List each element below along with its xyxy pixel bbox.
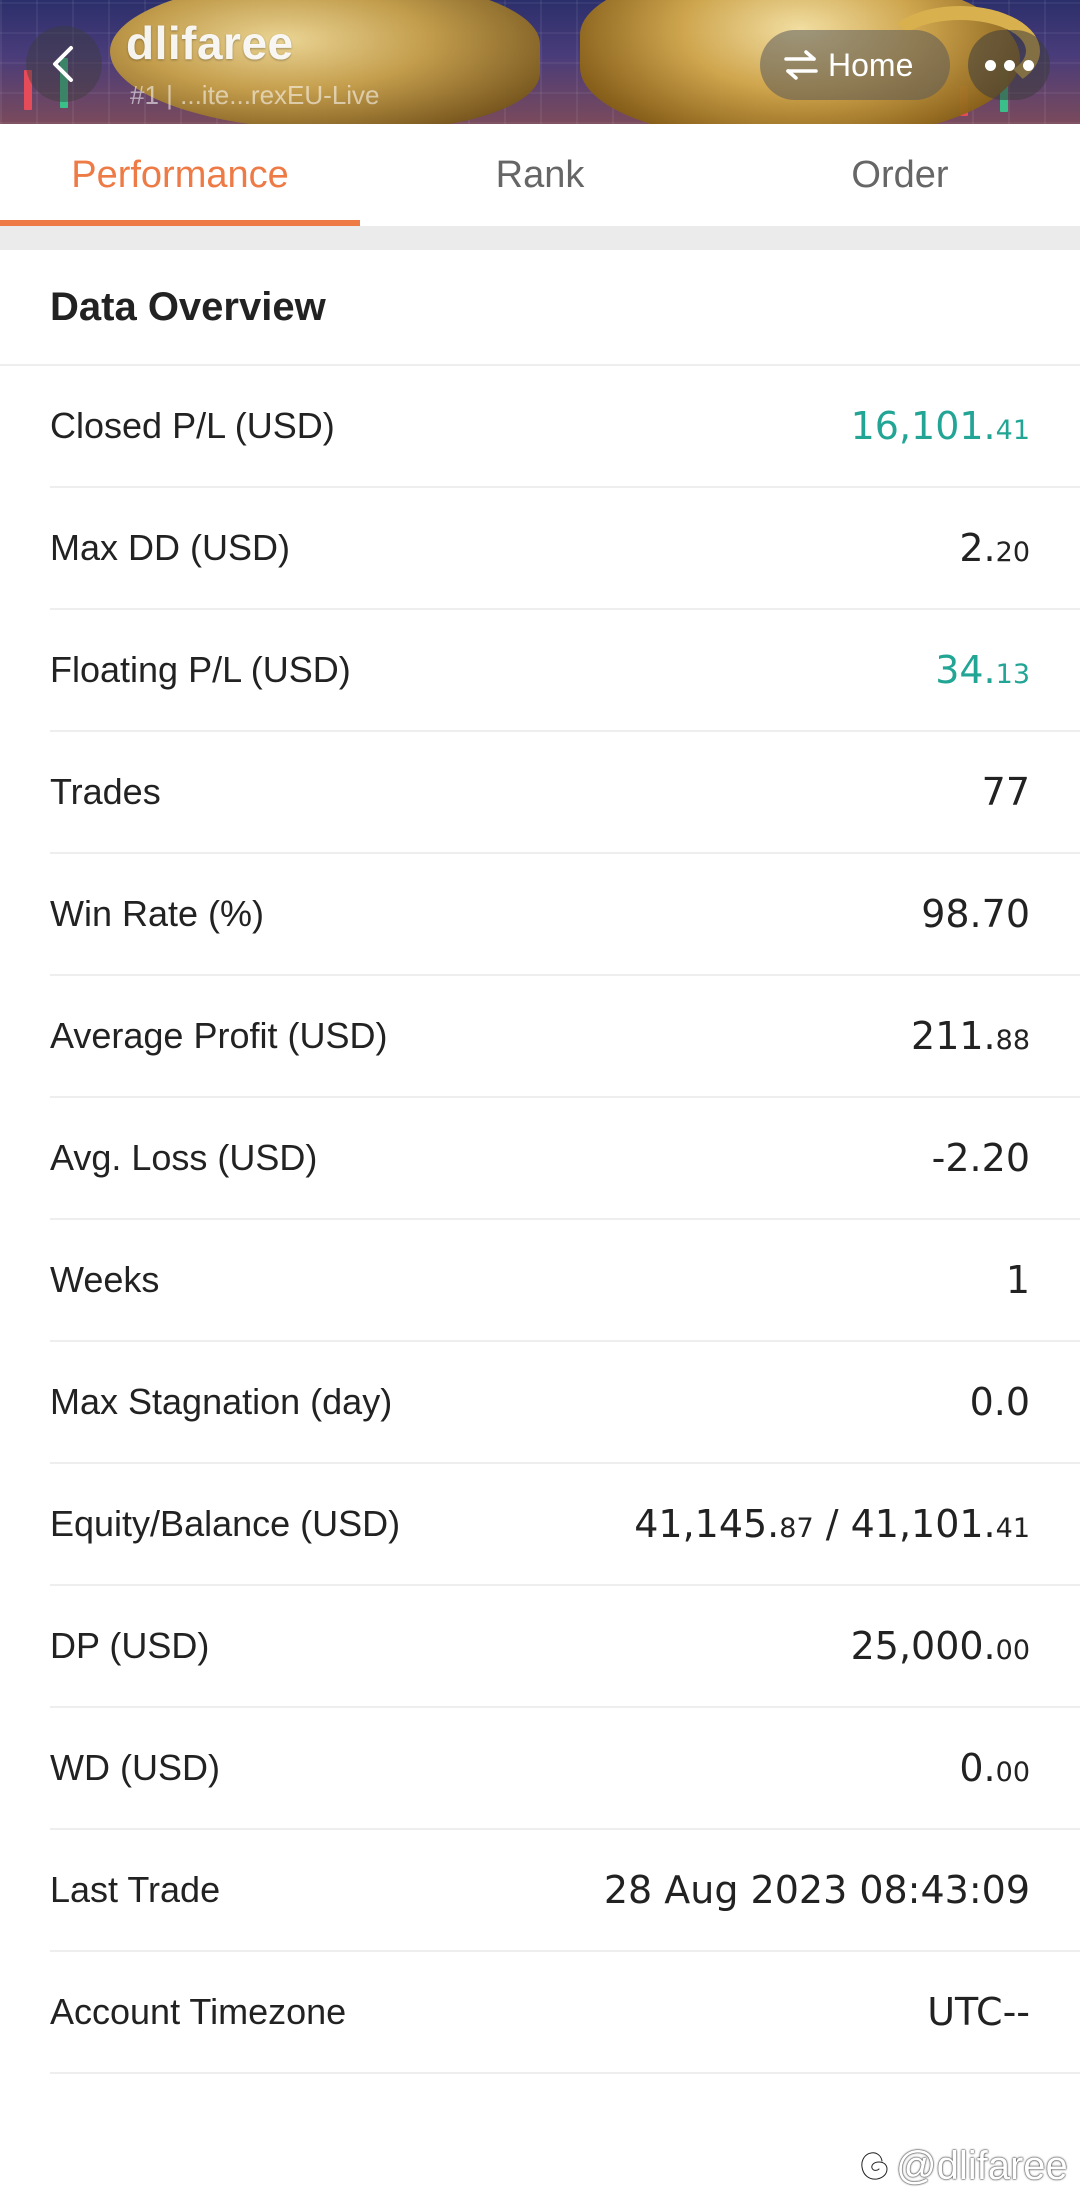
account-name: #1 | ...ite...rexEU-Live (130, 80, 380, 110)
stat-value: 0.00 (959, 1746, 1030, 1790)
stat-label: Equity/Balance (USD) (50, 1503, 401, 1544)
stat-label: Closed P/L (USD) (50, 405, 335, 446)
stat-label: Floating P/L (USD) (50, 649, 351, 690)
stat-value: UTC-- (927, 1990, 1030, 2034)
stat-label: Account Timezone (50, 1991, 347, 2032)
stat-value: 16,101.41 (851, 404, 1030, 448)
stat-value: 98.70 (921, 892, 1030, 936)
section-separator (0, 226, 1080, 250)
home-button[interactable]: Home (760, 30, 950, 100)
stat-label: Last Trade (50, 1869, 221, 1910)
stat-value: 1 (1006, 1258, 1030, 1302)
stat-value-main: 25,000. (850, 1624, 996, 1668)
stat-value-decimals: 13 (995, 659, 1030, 690)
stat-row-wd: WD (USD) 0.00 (50, 1708, 1080, 1830)
stat-row-win-rate: Win Rate (%) 98.70 (50, 854, 1080, 976)
stat-value-main: 0.0 (969, 1380, 1030, 1424)
stat-row-average-profit: Average Profit (USD) 211.88 (50, 976, 1080, 1098)
stat-row-avg-loss: Avg. Loss (USD) -2.20 (50, 1098, 1080, 1220)
home-button-label: Home (828, 46, 914, 83)
swap-arrows-icon (784, 50, 818, 80)
stat-row-weeks: Weeks 1 (50, 1220, 1080, 1342)
stat-value-decimals: 41 (995, 1513, 1030, 1544)
section-title: Data Overview (50, 284, 326, 329)
more-dots-icon (1022, 59, 1034, 71)
more-dots-icon (1003, 59, 1015, 71)
stat-row-dp: DP (USD) 25,000.00 (50, 1586, 1080, 1708)
stat-row-trades: Trades 77 (50, 732, 1080, 854)
stat-value-main: -2.20 (931, 1136, 1030, 1180)
stat-value: 2.20 (959, 526, 1030, 570)
stat-value-decimals: 00 (995, 1635, 1030, 1666)
stat-label: Weeks (50, 1259, 160, 1300)
stats-list: Closed P/L (USD) 16,101.41 Max DD (USD) … (0, 366, 1080, 2074)
stat-value-main: / 41,101. (813, 1502, 996, 1546)
more-dots-icon (984, 59, 996, 71)
tab-label: Rank (495, 153, 585, 196)
stat-row-floating-pl: Floating P/L (USD) 34.13 (50, 610, 1080, 732)
watermark: @dlifaree (856, 2144, 1068, 2189)
stat-value-main: 41,145. (634, 1502, 780, 1546)
trader-name: dlifaree (126, 17, 294, 69)
stat-value-decimals: 20 (995, 537, 1030, 568)
tab-order[interactable]: Order (720, 124, 1080, 226)
stat-value: 25,000.00 (851, 1624, 1030, 1668)
stat-label: Max DD (USD) (50, 527, 290, 568)
stat-row-closed-pl: Closed P/L (USD) 16,101.41 (50, 366, 1080, 488)
stat-value-decimals: 87 (779, 1513, 814, 1544)
stat-label: Average Profit (USD) (50, 1015, 388, 1056)
stat-value-main: 0. (959, 1746, 996, 1790)
stat-value-main: 34. (935, 648, 996, 692)
threads-icon (860, 2150, 889, 2181)
stat-value-main: 98.70 (921, 892, 1030, 936)
stat-value: 77 (982, 770, 1030, 814)
stat-row-account-timezone: Account Timezone UTC-- (50, 1952, 1080, 2074)
stat-value-decimals: 88 (995, 1025, 1030, 1056)
stat-value-main: 28 Aug 2023 08:43:09 (603, 1868, 1030, 1912)
stat-row-max-dd: Max DD (USD) 2.20 (50, 488, 1080, 610)
stat-label: WD (USD) (50, 1747, 220, 1788)
stat-label: Max Stagnation (day) (50, 1381, 393, 1422)
stat-value-main: 77 (981, 770, 1030, 814)
stat-label: DP (USD) (50, 1625, 210, 1666)
stat-label: Trades (50, 771, 161, 812)
tab-performance[interactable]: Performance (0, 124, 360, 226)
back-button[interactable] (26, 26, 102, 102)
stat-value: 211.88 (911, 1014, 1030, 1058)
stat-label: Win Rate (%) (50, 893, 265, 934)
chevron-left-icon (53, 46, 73, 82)
stat-value-main: 1 (1005, 1258, 1030, 1302)
stat-value-decimals: 00 (995, 1757, 1030, 1788)
more-button[interactable] (968, 30, 1050, 100)
stat-value: 0.0 (970, 1380, 1030, 1424)
stat-row-max-stagnation: Max Stagnation (day) 0.0 (50, 1342, 1080, 1464)
stat-value-main: UTC-- (927, 1990, 1030, 2034)
stat-value: -2.20 (932, 1136, 1030, 1180)
tab-label: Order (851, 153, 949, 196)
stat-label: Avg. Loss (USD) (50, 1137, 318, 1178)
tab-bar: Performance Rank Order (0, 124, 1080, 226)
stat-row-last-trade: Last Trade 28 Aug 2023 08:43:09 (50, 1830, 1080, 1952)
stat-value-main: 2. (959, 526, 996, 570)
stat-row-equity-balance: Equity/Balance (USD) 41,145.87 / 41,101.… (50, 1464, 1080, 1586)
stat-value-main: 16,101. (850, 404, 996, 448)
profile-banner: dlifaree #1 | ...ite...rexEU-Live Home (0, 0, 1080, 124)
stat-value: 28 Aug 2023 08:43:09 (604, 1868, 1030, 1912)
stat-value-decimals: 41 (995, 415, 1030, 446)
stat-value-main: 211. (911, 1014, 996, 1058)
watermark-text: @dlifaree (896, 2144, 1068, 2188)
stat-value: 34.13 (935, 648, 1030, 692)
tab-rank[interactable]: Rank (360, 124, 720, 226)
stat-value: 41,145.87 / 41,101.41 (634, 1502, 1030, 1546)
tab-label: Performance (71, 153, 289, 196)
